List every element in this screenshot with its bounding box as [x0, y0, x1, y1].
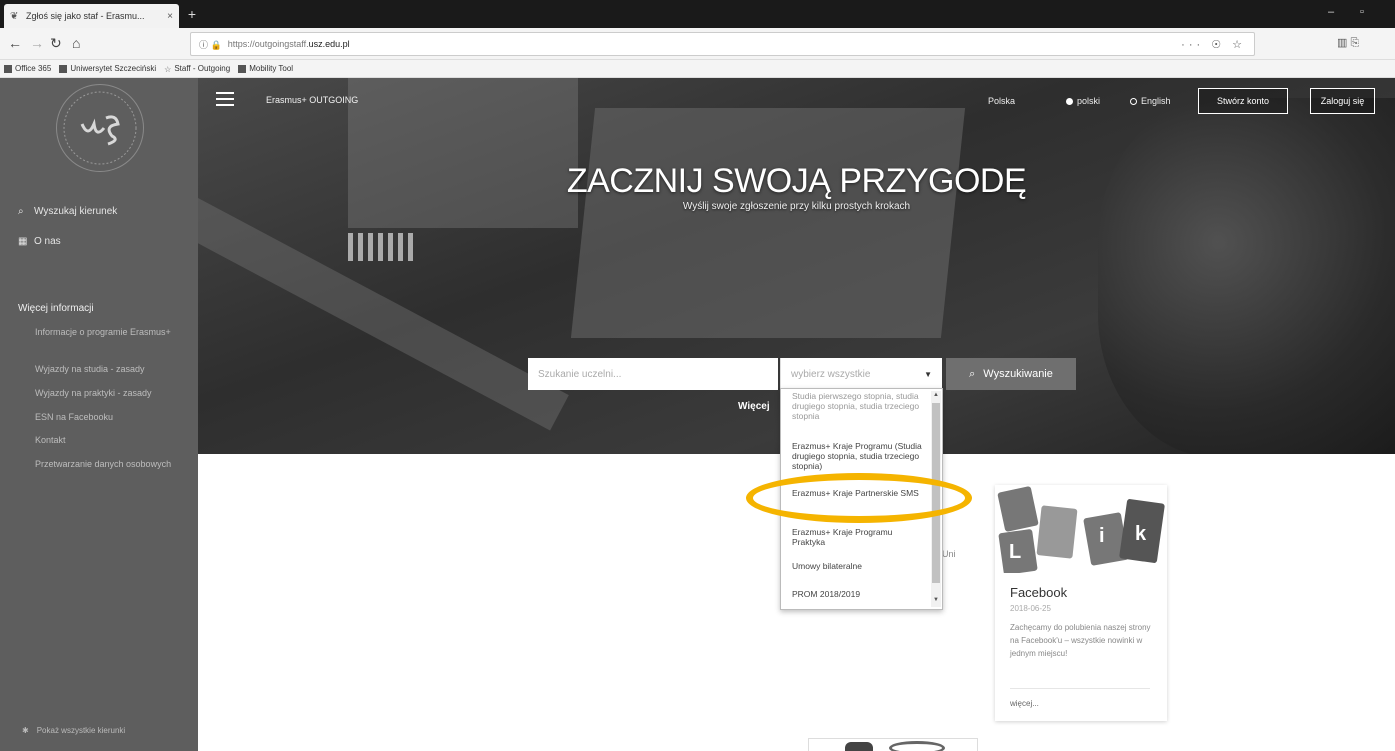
- back-icon[interactable]: ←: [8, 35, 22, 51]
- university-search-input[interactable]: [528, 358, 778, 390]
- sidebar-item-label: O nas: [34, 236, 61, 247]
- url-prefix: https://outgoingstaff.: [227, 39, 309, 49]
- university-icon: [59, 64, 68, 73]
- search-button-label: Wyszukiwanie: [983, 368, 1053, 380]
- hero-title: ZACZNIJ SWOJĄ PRZYGODĘ: [566, 162, 1027, 200]
- card-image-fragment: [845, 742, 873, 751]
- url-host: usz.edu.pl: [308, 39, 350, 49]
- bookmark-item[interactable]: ☆ Staff - Outgoing: [164, 64, 230, 74]
- chevron-down-icon: ▼: [924, 369, 932, 379]
- language-option-english[interactable]: English: [1130, 96, 1171, 106]
- bookmark-item[interactable]: Office 365: [4, 64, 51, 73]
- hamburger-menu-icon[interactable]: [216, 92, 234, 106]
- program-select[interactable]: wybierz wszystkie ▼: [780, 358, 942, 390]
- bookmark-item[interactable]: Uniwersytet Szczeciński: [59, 64, 156, 73]
- building-icon: ▦: [18, 236, 28, 247]
- sidebar-sub-link[interactable]: ESN na Facebooku: [35, 411, 185, 423]
- card-image-fragment: [889, 741, 945, 751]
- dropdown-option[interactable]: Erazmus+ Kraje Programu (Studia drugiego…: [792, 441, 927, 471]
- hero-subtitle: Wyślij swoje zgłoszenie przy kilku prost…: [682, 201, 911, 212]
- scroll-up-icon[interactable]: ▲: [931, 392, 941, 398]
- login-button[interactable]: Zaloguj się: [1310, 88, 1375, 114]
- minimize-icon[interactable]: –: [1328, 6, 1334, 18]
- search-icon: ⌕: [969, 367, 976, 380]
- logo-seal-icon: [63, 91, 137, 165]
- search-button[interactable]: ⌕ Wyszukiwanie: [946, 358, 1076, 390]
- search-icon: ⌕: [18, 206, 24, 217]
- puzzle-link-image: L i k: [995, 485, 1167, 573]
- sidebar-sub-link[interactable]: Informacje o programie Erasmus+: [35, 326, 185, 338]
- scroll-down-icon[interactable]: ▼: [931, 597, 941, 603]
- card-divider: [1010, 688, 1150, 689]
- new-tab-button[interactable]: +: [184, 6, 200, 22]
- gear-icon: ✱: [22, 726, 29, 735]
- library-icon[interactable]: ▥ ⎘: [1337, 36, 1359, 50]
- dropdown-option[interactable]: PROM 2018/2019: [792, 589, 927, 599]
- forward-icon[interactable]: →: [30, 35, 44, 51]
- university-logo[interactable]: [56, 84, 144, 172]
- bookmarks-bar: Office 365 Uniwersytet Szczeciński ☆ Staf…: [0, 60, 1395, 78]
- program-select-value: wybierz wszystkie: [791, 368, 871, 380]
- sidebar-sub-link[interactable]: Kontakt: [35, 434, 185, 446]
- page-actions-icon[interactable]: ··· ☉ ☆: [1181, 38, 1246, 51]
- reload-icon[interactable]: ↻: [50, 35, 62, 51]
- sidebar: ⌕ Wyszukaj kierunek ▦ O nas Więcej infor…: [0, 78, 198, 751]
- hero-background-trees: [1098, 98, 1395, 454]
- home-icon[interactable]: ⌂: [72, 35, 80, 51]
- close-tab-icon[interactable]: ×: [167, 11, 173, 22]
- office-icon: [4, 64, 12, 73]
- radio-icon: [1130, 97, 1137, 105]
- favicon-icon: ❦: [10, 10, 19, 22]
- dropdown-option[interactable]: Studia pierwszego stopnia, studia drugie…: [792, 391, 927, 421]
- app-name: Erasmus+ OUTGOING: [266, 95, 359, 105]
- sidebar-sub-link[interactable]: Przetwarzanie danych osobowych: [35, 458, 185, 470]
- card-text: Zachęcamy do polubienia naszej strony na…: [1010, 623, 1151, 658]
- browser-nav-bar: ← → ↻ ⌂ ⓘ 🔒 https://outgoingstaff. usz.ed…: [0, 28, 1395, 60]
- lock-icon: ⓘ 🔒: [199, 39, 222, 50]
- dropdown-option[interactable]: Erazmus+ Kraje Programu Praktyka: [792, 527, 927, 547]
- sidebar-footer-link[interactable]: ✱ Pokaż wszystkie kierunki: [22, 726, 125, 735]
- star-icon: ☆: [164, 64, 172, 74]
- sidebar-item-search[interactable]: ⌕ Wyszukaj kierunek: [18, 206, 117, 217]
- mobility-icon: [238, 64, 247, 73]
- sidebar-section-title: Więcej informacji: [18, 303, 94, 314]
- card-title: Facebook: [1010, 585, 1068, 600]
- tab-title: Zgłoś się jako staf - Erasmu...: [26, 11, 145, 21]
- browser-tab-bar: ❦ Zgłoś się jako staf - Erasmu... × + – …: [0, 0, 1395, 28]
- bookmark-item[interactable]: Mobility Tool: [238, 64, 293, 73]
- radio-selected-icon: [1066, 97, 1073, 105]
- card-more-link[interactable]: więcej...: [1010, 699, 1039, 708]
- sidebar-sub-link[interactable]: Wyjazdy na praktyki - zasady: [35, 387, 185, 399]
- card-date: 2018-06-25: [1010, 604, 1051, 613]
- partial-card-text: Uni: [942, 549, 956, 559]
- hero-background-main-building: [570, 108, 966, 338]
- language-option-polish[interactable]: polski: [1066, 96, 1100, 106]
- facebook-news-card[interactable]: L i k Facebook 2018-06-25 Zachęcamy do p…: [995, 485, 1167, 721]
- sidebar-sub-link[interactable]: Wyjazdy na studia - zasady: [35, 363, 185, 375]
- browser-tab[interactable]: ❦ Zgłoś się jako staf - Erasmu... ×: [4, 4, 179, 28]
- hero-background-crosswalk: [348, 233, 418, 261]
- highlight-annotation: [746, 473, 972, 523]
- sidebar-item-label: Wyszukaj kierunek: [34, 206, 118, 217]
- next-card-preview[interactable]: [808, 738, 978, 751]
- restore-icon[interactable]: ▫: [1360, 6, 1364, 18]
- language-option[interactable]: Polska: [988, 96, 1015, 106]
- address-bar[interactable]: ⓘ 🔒 https://outgoingstaff. usz.edu.pl ···…: [190, 32, 1255, 56]
- dropdown-option[interactable]: Umowy bilateralne: [792, 561, 927, 571]
- create-account-button[interactable]: Stwórz konto: [1198, 88, 1288, 114]
- more-link[interactable]: Więcej: [738, 401, 770, 412]
- sidebar-item-about[interactable]: ▦ O nas: [18, 236, 61, 247]
